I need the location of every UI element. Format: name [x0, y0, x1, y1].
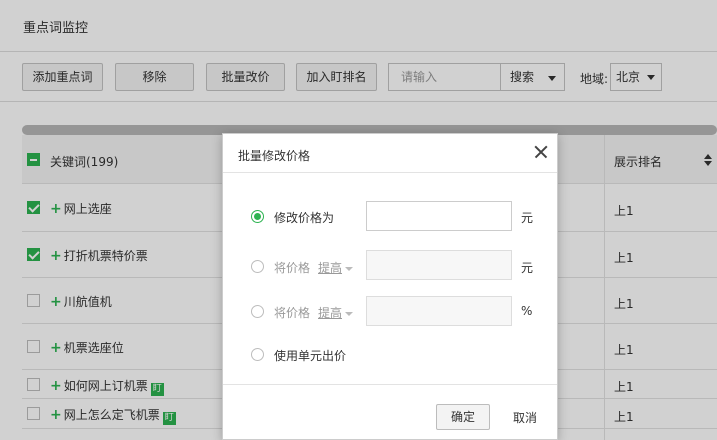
adjust-direction-dropdown[interactable]: 提高	[318, 304, 354, 321]
close-icon[interactable]	[532, 143, 550, 161]
unit-percent: %	[521, 304, 533, 318]
unit-yuan: 元	[521, 261, 534, 275]
radio-unit-bid[interactable]	[251, 348, 264, 361]
chevron-down-icon	[345, 266, 354, 271]
radio-raise-price-percent[interactable]	[251, 305, 264, 318]
adjust-direction-dropdown[interactable]: 提高	[318, 259, 354, 276]
batch-price-dialog: 批量修改价格 修改价格为 元 将价格 提高 元 将价格 提高 % 使用单元出价 …	[222, 133, 558, 440]
cancel-button[interactable]: 取消	[513, 409, 537, 426]
confirm-button[interactable]: 确定	[436, 404, 490, 430]
dialog-title: 批量修改价格	[238, 149, 311, 163]
raise-price-label: 将价格	[274, 261, 311, 275]
radio-raise-price-amount[interactable]	[251, 260, 264, 273]
chevron-down-icon	[345, 311, 354, 316]
adjust-direction-value: 提高	[318, 306, 343, 320]
adjust-direction-value: 提高	[318, 261, 343, 275]
raise-amount-input[interactable]	[366, 250, 512, 280]
unit-yuan: 元	[521, 211, 534, 225]
set-price-label: 修改价格为	[274, 211, 335, 225]
dialog-header: 批量修改价格	[223, 134, 557, 173]
raise-price-label: 将价格	[274, 306, 311, 320]
unit-bid-label: 使用单元出价	[274, 349, 347, 363]
raise-percent-input[interactable]	[366, 296, 512, 326]
set-price-input[interactable]	[366, 201, 512, 231]
dialog-footer: 确定 取消	[223, 384, 557, 440]
radio-set-price[interactable]	[251, 210, 264, 223]
